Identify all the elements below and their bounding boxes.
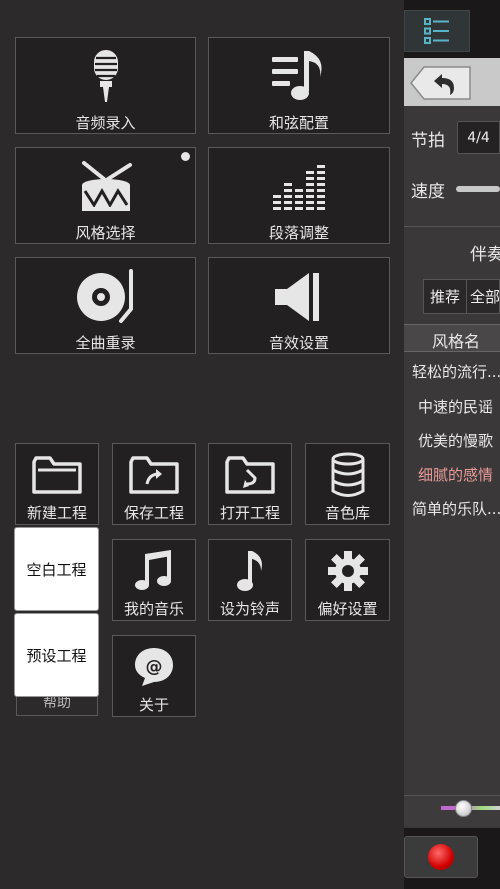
folder-save-icon xyxy=(129,450,179,500)
style-list-item[interactable]: 简单的乐队... xyxy=(412,498,500,519)
preset-project-option[interactable]: 预设工程 xyxy=(14,613,99,697)
sound-library-tile[interactable]: 音色库 xyxy=(305,443,390,525)
tile-label: 音频录入 xyxy=(75,114,136,132)
speed-slider[interactable] xyxy=(456,186,500,192)
divider xyxy=(404,226,500,227)
eighth-note-icon xyxy=(235,546,265,596)
style-name-column: 风格名 xyxy=(432,332,481,351)
sound-effect-tile[interactable]: 音效设置 xyxy=(208,257,390,354)
tab-recommended[interactable]: 推荐 xyxy=(423,279,467,314)
accompaniment-label: 伴奏 xyxy=(470,245,500,265)
tile-label: 音色库 xyxy=(324,504,370,522)
style-list-header: 风格名 xyxy=(404,324,500,352)
my-music-tile[interactable]: 我的音乐 xyxy=(112,539,196,621)
music-note-icon xyxy=(135,546,173,596)
style-list-item[interactable]: 轻松的流行... xyxy=(412,361,500,382)
record-icon xyxy=(428,844,454,870)
volume-slider-knob[interactable] xyxy=(455,800,472,817)
list-icon xyxy=(424,18,449,44)
tile-label: 新建工程 xyxy=(26,504,87,522)
style-list-item[interactable]: 中速的民谣 xyxy=(418,396,500,417)
equalizer-icon xyxy=(271,156,327,218)
save-project-tile[interactable]: 保存工程 xyxy=(112,443,196,525)
style-select-tile[interactable]: 风格选择 xyxy=(15,147,196,244)
popup-label: 预设工程 xyxy=(26,646,87,665)
beat-selector[interactable]: 4/4 xyxy=(457,121,500,154)
help-tile[interactable]: 帮助 xyxy=(16,696,98,716)
speaker-icon xyxy=(273,266,325,328)
folder-icon xyxy=(32,450,82,500)
tile-label: 和弦配置 xyxy=(268,114,329,132)
folder-open-icon xyxy=(225,450,275,500)
tile-label: 风格选择 xyxy=(75,224,136,242)
volume-bar xyxy=(404,795,500,826)
drum-icon xyxy=(78,156,134,218)
tile-label: 全曲重录 xyxy=(75,334,136,352)
blank-project-option[interactable]: 空白工程 xyxy=(14,527,99,611)
style-list-item[interactable]: 优美的慢歌 xyxy=(418,430,500,451)
tile-label: 设为铃声 xyxy=(219,600,280,618)
tile-label: 帮助 xyxy=(43,696,71,711)
speed-label: 速度 xyxy=(411,182,445,202)
at-icon: @ xyxy=(132,642,176,692)
full-rerecord-tile[interactable]: 全曲重录 xyxy=(15,257,196,354)
tile-label: 段落调整 xyxy=(268,224,329,242)
tab-all[interactable]: 全部 xyxy=(466,279,500,314)
gear-icon xyxy=(327,546,369,596)
tile-label: 保存工程 xyxy=(123,504,184,522)
chord-config-tile[interactable]: 和弦配置 xyxy=(208,37,390,134)
microphone-icon xyxy=(86,46,126,108)
open-project-tile[interactable]: 打开工程 xyxy=(208,443,292,525)
new-badge xyxy=(181,152,190,161)
note-list-icon xyxy=(270,46,328,108)
tile-label: 偏好设置 xyxy=(317,600,378,618)
back-button[interactable] xyxy=(410,66,472,100)
popup-label: 空白工程 xyxy=(26,560,87,579)
audio-record-tile[interactable]: 音频录入 xyxy=(15,37,196,134)
menu-button[interactable] xyxy=(404,10,470,52)
preferences-tile[interactable]: 偏好设置 xyxy=(305,539,390,621)
beat-label: 节拍 xyxy=(411,131,445,151)
style-list-item-selected[interactable]: 细腻的感情 xyxy=(418,464,500,485)
set-ringtone-tile[interactable]: 设为铃声 xyxy=(208,539,292,621)
turntable-icon xyxy=(75,266,137,328)
svg-text:@: @ xyxy=(146,657,163,677)
tile-label: 关于 xyxy=(138,696,169,714)
about-tile[interactable]: @ 关于 xyxy=(112,635,196,717)
section-adjust-tile[interactable]: 段落调整 xyxy=(208,147,390,244)
tile-label: 我的音乐 xyxy=(123,600,184,618)
record-button[interactable] xyxy=(404,836,478,878)
database-icon xyxy=(330,450,366,500)
back-arrow-icon xyxy=(410,66,471,100)
new-project-tile[interactable]: 新建工程 xyxy=(15,443,99,525)
tile-label: 音效设置 xyxy=(268,334,329,352)
tile-label: 打开工程 xyxy=(219,504,280,522)
